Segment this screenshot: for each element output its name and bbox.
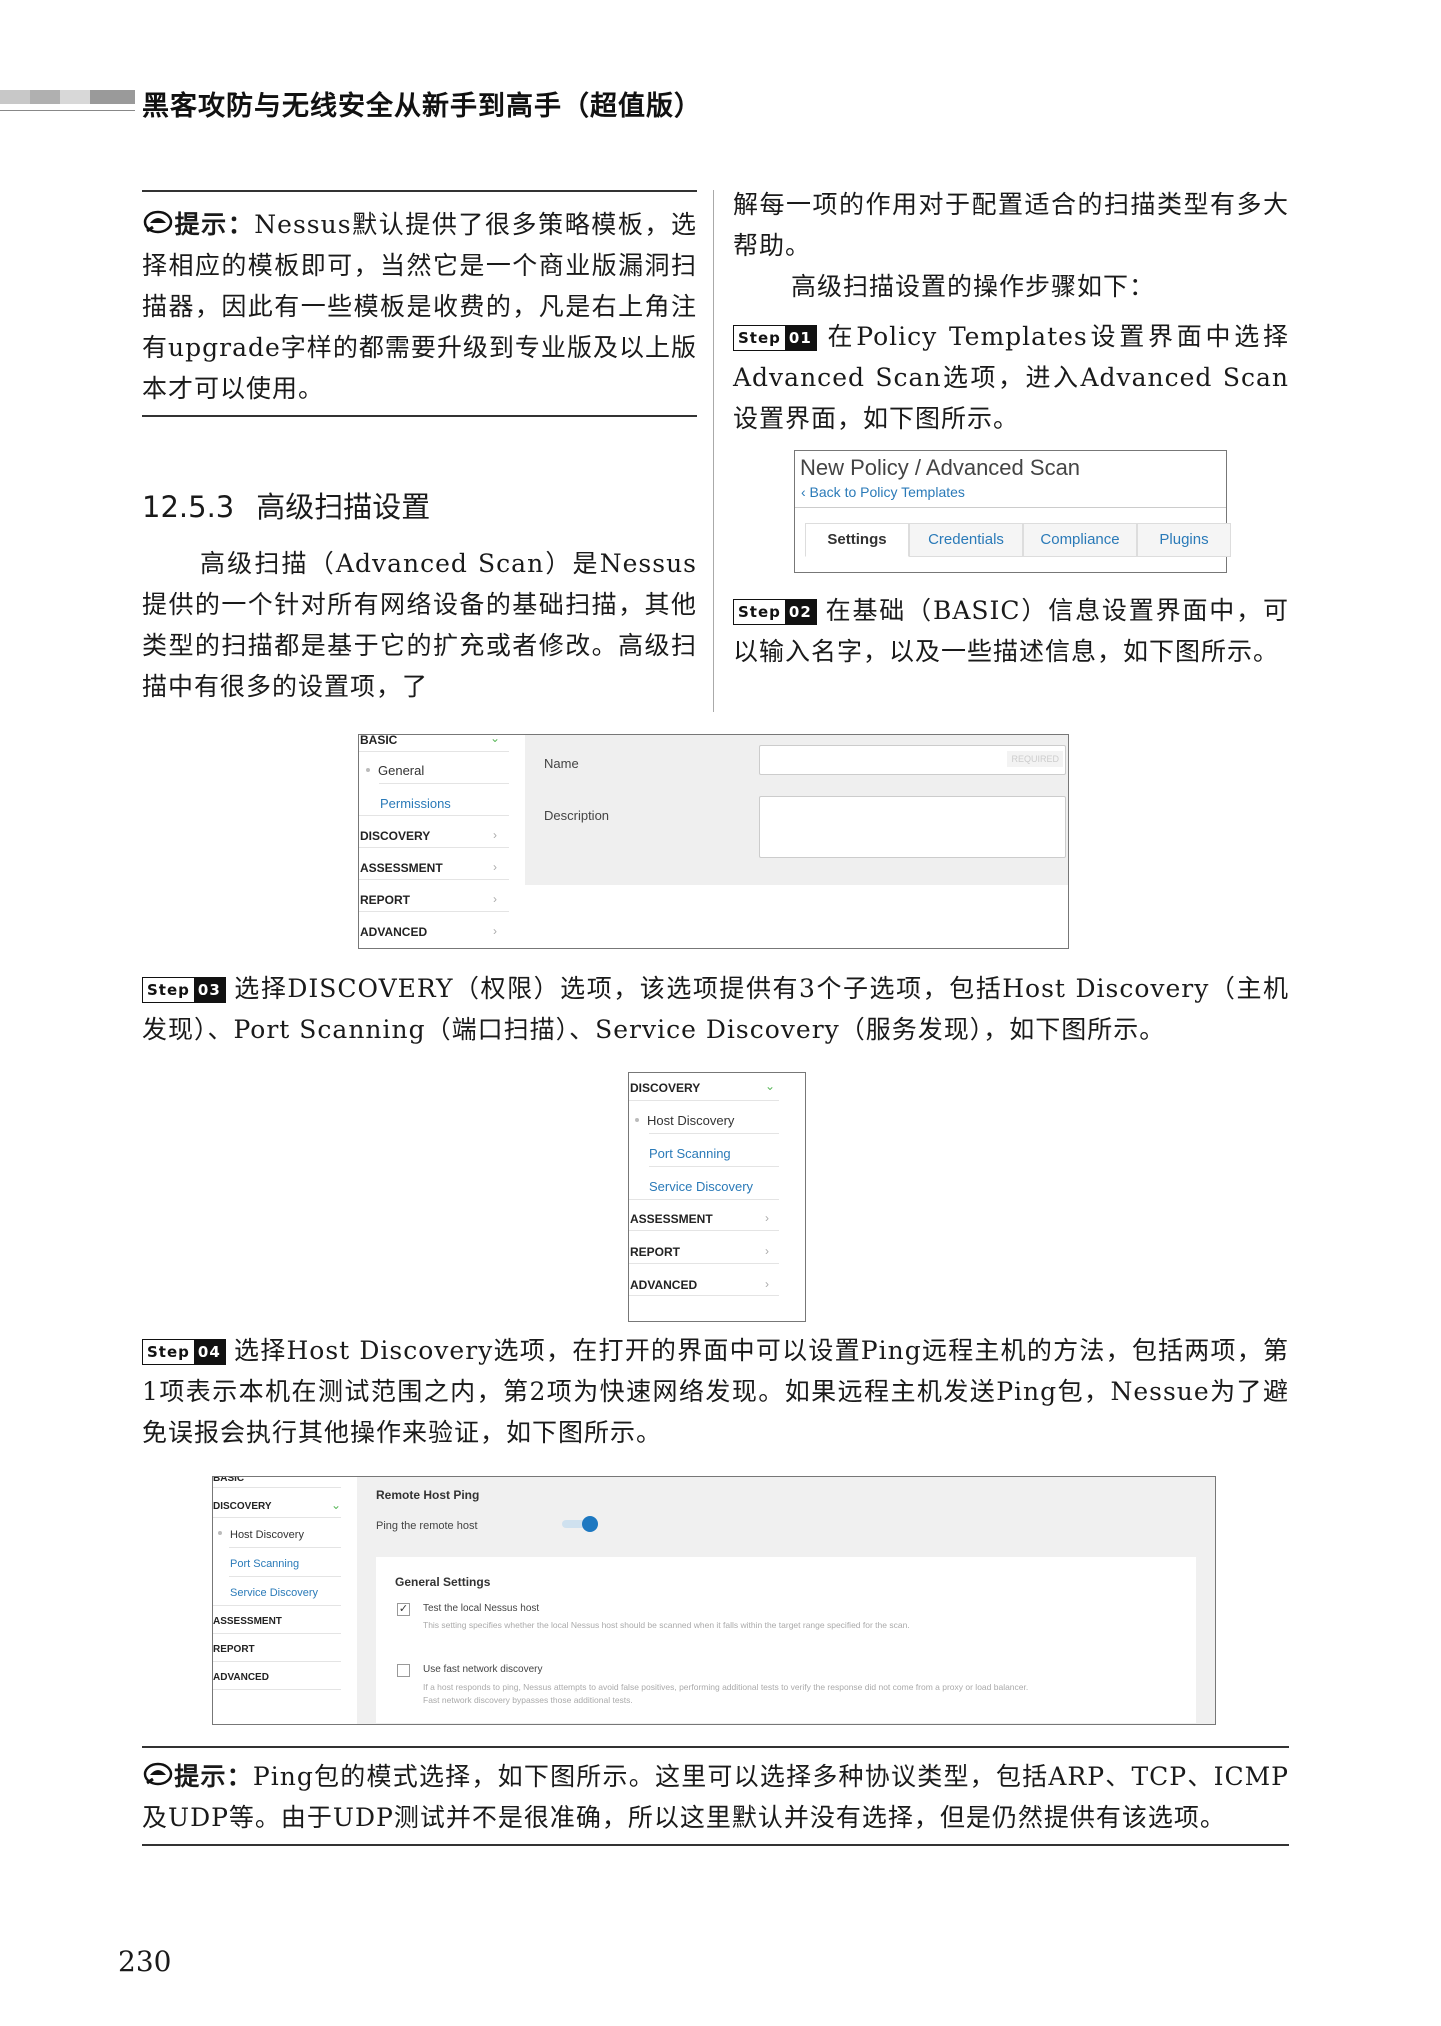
chevron-down-icon: ⌄ — [490, 734, 501, 745]
step-02-badge: Step 02 — [733, 599, 817, 625]
description-label: Description — [544, 808, 610, 823]
fast-network-discovery-checkbox[interactable] — [397, 1664, 410, 1677]
column-divider — [713, 190, 714, 712]
sidebar-service-discovery[interactable]: Service Discovery — [649, 1179, 753, 1194]
sidebar-discovery[interactable]: DISCOVERY — [630, 1081, 700, 1095]
test-local-host-checkbox[interactable]: ✓ — [397, 1603, 410, 1616]
screenshot-basic-settings: BASIC ⌄ General Permissions DISCOVERY › … — [358, 734, 1069, 949]
step-02-paragraph: Step 02 在基础（BASIC）信息设置界面中，可以输入名字，以及一些描述信息，… — [733, 590, 1289, 672]
sidebar-report[interactable]: REPORT — [630, 1245, 680, 1259]
step-04-paragraph: Step 04 选择Host Discovery选项，在打开的界面中可以设置Ping… — [142, 1330, 1289, 1453]
step-04-text: 选择Host Discovery选项，在打开的界面中可以设置Ping远程主机的方… — [142, 1336, 1289, 1447]
chevron-right-icon: › — [493, 924, 497, 938]
bullet-icon — [218, 1531, 222, 1535]
section-title: 高级扫描设置 — [256, 490, 431, 524]
fast-network-discovery-description: If a host responds to ping, Nessus attem… — [423, 1682, 1029, 1692]
step-01-badge: Step 01 — [733, 325, 817, 351]
sidebar-basic[interactable]: BASIC — [213, 1477, 244, 1484]
sidebar-assessment[interactable]: ASSESSMENT — [630, 1212, 713, 1226]
ping-toggle[interactable] — [558, 1514, 600, 1534]
sidebar-general[interactable]: General — [366, 763, 424, 778]
sidebar-report[interactable]: REPORT — [213, 1644, 255, 1655]
chevron-right-icon: › — [765, 1277, 769, 1291]
sidebar-advanced[interactable]: ADVANCED — [360, 925, 427, 939]
name-label: Name — [544, 756, 579, 771]
back-to-templates-link[interactable]: ‹ Back to Policy Templates — [801, 484, 965, 500]
right-para-1: 解每一项的作用对于配置适合的扫描类型有多大帮助。 — [733, 190, 1289, 260]
description-input[interactable] — [759, 796, 1066, 858]
name-input[interactable]: REQUIRED — [759, 745, 1066, 775]
chevron-right-icon: › — [765, 1211, 769, 1225]
tip-1-label: 提示： — [174, 210, 255, 239]
right-para-2: 高级扫描设置的操作步骤如下： — [791, 272, 1156, 301]
bullet-icon — [366, 768, 370, 772]
required-badge: REQUIRED — [1007, 751, 1063, 767]
tab-compliance[interactable]: Compliance — [1023, 523, 1137, 557]
intro-paragraph: 高级扫描（Advanced Scan）是Nessus提供的一个针对所有网络设备的… — [142, 549, 697, 701]
screenshot-policy-header: New Policy / Advanced Scan ‹ Back to Pol… — [794, 450, 1231, 573]
policy-title: New Policy / Advanced Scan — [800, 455, 1081, 480]
step-01-paragraph: Step 01 在Policy Templates设置界面中选择Advanced S… — [733, 316, 1289, 439]
step-04-badge: Step 04 — [142, 1339, 226, 1365]
tip-2-label: 提示： — [174, 1762, 253, 1791]
sidebar-port-scanning[interactable]: Port Scanning — [649, 1146, 731, 1161]
sidebar-advanced[interactable]: ADVANCED — [213, 1672, 269, 1683]
tab-settings[interactable]: Settings — [805, 523, 909, 557]
section-heading: 12.5.3 高级扫描设置 — [142, 484, 430, 526]
chevron-right-icon: › — [765, 1244, 769, 1258]
remote-host-ping-title: Remote Host Ping — [376, 1488, 480, 1502]
lightbulb-icon — [142, 1760, 174, 1788]
tip-box-2: 提示：Ping包的模式选择，如下图所示。这里可以选择多种协议类型，包括ARP、T… — [142, 1746, 1289, 1846]
lightbulb-icon — [142, 208, 174, 236]
sidebar-report[interactable]: REPORT — [360, 893, 410, 907]
sidebar-discovery[interactable]: DISCOVERY — [213, 1501, 272, 1512]
test-local-host-description: This setting specifies whether the local… — [423, 1620, 910, 1630]
ping-remote-host-label: Ping the remote host — [376, 1520, 478, 1532]
chevron-right-icon: › — [493, 860, 497, 874]
screenshot-discovery-menu: DISCOVERY ⌄ Host Discovery Port Scanning… — [628, 1072, 806, 1322]
header-decoration — [0, 90, 135, 104]
page-number: 230 — [118, 1945, 172, 1978]
fast-network-discovery-note: Fast network discovery bypasses those ad… — [423, 1695, 633, 1705]
sidebar-host-discovery[interactable]: Host Discovery — [635, 1113, 734, 1128]
running-header: 黑客攻防与无线安全从新手到高手（超值版） — [142, 91, 702, 122]
tip-box-1: 提示：Nessus默认提供了很多策略模板，选择相应的模板即可，当然它是一个商业版… — [142, 190, 697, 417]
tab-plugins[interactable]: Plugins — [1137, 523, 1231, 557]
section-number: 12.5.3 — [142, 490, 235, 524]
bullet-icon — [635, 1118, 639, 1122]
chevron-right-icon: › — [493, 892, 497, 906]
tip-2-paragraph: 提示：Ping包的模式选择，如下图所示。这里可以选择多种协议类型，包括ARP、T… — [142, 1754, 1289, 1838]
sidebar-service-discovery[interactable]: Service Discovery — [230, 1587, 318, 1599]
sidebar-advanced[interactable]: ADVANCED — [630, 1278, 697, 1292]
tip-2-text: Ping包的模式选择，如下图所示。这里可以选择多种协议类型，包括ARP、TCP、… — [142, 1762, 1289, 1832]
step-03-paragraph: Step 03 选择DISCOVERY（权限）选项，该选项提供有3个子选项，包括Ho… — [142, 968, 1289, 1050]
sidebar-assessment[interactable]: ASSESSMENT — [213, 1616, 282, 1627]
tab-credentials[interactable]: Credentials — [909, 523, 1023, 557]
fast-network-discovery-label: Use fast network discovery — [423, 1664, 543, 1675]
sidebar-port-scanning[interactable]: Port Scanning — [230, 1558, 299, 1570]
test-local-host-label: Test the local Nessus host — [423, 1603, 540, 1614]
general-settings-title: General Settings — [395, 1575, 491, 1589]
step-03-text: 选择DISCOVERY（权限）选项，该选项提供有3个子选项，包括Host Dis… — [142, 974, 1289, 1044]
chevron-down-icon: ⌄ — [765, 1079, 776, 1093]
screenshot-host-discovery: BASIC DISCOVERY ⌄ Host Discovery Port Sc… — [212, 1476, 1216, 1725]
sidebar-basic[interactable]: BASIC — [360, 735, 397, 747]
chevron-down-icon: ⌄ — [331, 1498, 342, 1512]
step-03-badge: Step 03 — [142, 977, 226, 1003]
tip-1-paragraph: 提示：Nessus默认提供了很多策略模板，选择相应的模板即可，当然它是一个商业版… — [142, 198, 697, 409]
chevron-right-icon: › — [493, 828, 497, 842]
policy-tabs: Settings Credentials Compliance Plugins — [805, 523, 1231, 557]
sidebar-assessment[interactable]: ASSESSMENT — [360, 861, 443, 875]
sidebar-discovery[interactable]: DISCOVERY — [360, 829, 430, 843]
header-rule — [0, 110, 135, 111]
sidebar-host-discovery[interactable]: Host Discovery — [218, 1529, 304, 1541]
sidebar-permissions[interactable]: Permissions — [380, 796, 451, 811]
